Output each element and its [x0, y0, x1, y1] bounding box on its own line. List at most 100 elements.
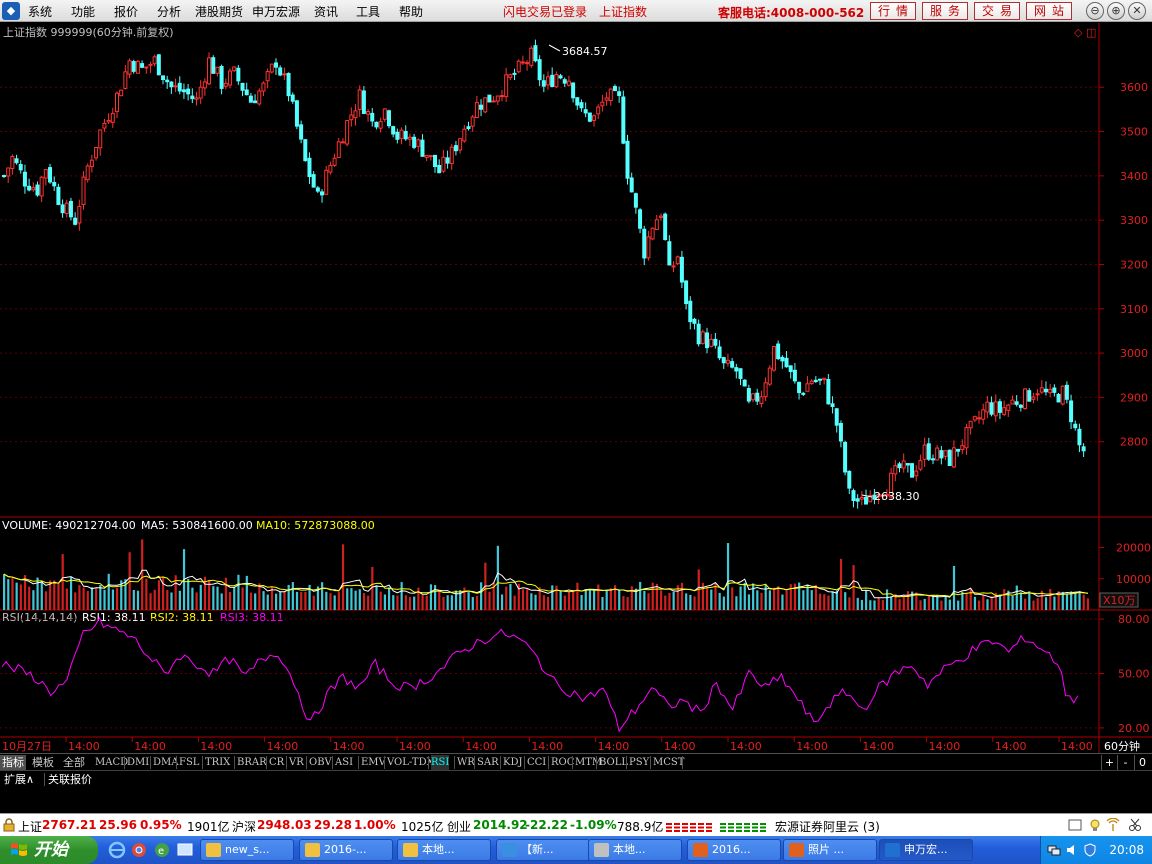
volume-bar — [810, 590, 813, 610]
volume-bar — [982, 595, 985, 610]
tab-trix[interactable]: TRIX — [205, 755, 230, 770]
candle-body — [487, 94, 492, 103]
volume-bar — [605, 590, 608, 610]
zoom-in-button[interactable]: + — [1101, 755, 1117, 770]
candle-body — [893, 465, 898, 475]
website-button[interactable]: 网站 — [1026, 2, 1072, 20]
volume-bar — [756, 590, 759, 610]
menu-analysis[interactable]: 分析 — [157, 3, 181, 20]
rsi-tick-label: 20.00 — [1118, 722, 1150, 735]
trade-button[interactable]: 交易 — [974, 2, 1020, 20]
volume-bar — [563, 595, 566, 610]
tab-obv[interactable]: OBV — [309, 755, 332, 770]
zoom-out-button[interactable]: - — [1117, 755, 1133, 770]
show-desktop-icon[interactable] — [176, 841, 194, 859]
app-logo-icon[interactable]: ◆ — [2, 2, 20, 20]
tab-vr[interactable]: VR — [289, 755, 304, 770]
tab-psy[interactable]: PSY — [629, 755, 649, 770]
market-button[interactable]: 行情 — [870, 2, 916, 20]
restore-icon[interactable]: ⊖ — [1086, 2, 1104, 20]
volume-bar — [245, 575, 248, 610]
service-button[interactable]: 服务 — [922, 2, 968, 20]
security-shield-icon[interactable] — [1083, 843, 1097, 857]
task-app-icon — [594, 843, 609, 857]
lock-icon[interactable] — [2, 818, 16, 832]
volume-bar — [429, 584, 433, 610]
taskbar-button[interactable]: 本地... — [397, 839, 491, 861]
volume-bar — [584, 589, 587, 610]
volume-bar — [475, 595, 479, 610]
tab-kdj[interactable]: KDJ — [503, 755, 523, 770]
signal-icon[interactable] — [1106, 818, 1120, 832]
chart-area[interactable]: 上证指数 999999(60分钟.前复权) ◇ ◫ 2800 2900 3000 31… — [0, 23, 1152, 753]
volume-bar — [379, 591, 382, 610]
tab-cci[interactable]: CCI — [527, 755, 546, 770]
candle-body — [1027, 390, 1032, 402]
tab-indicator[interactable]: 指标 — [0, 755, 26, 770]
ie-icon[interactable] — [108, 841, 126, 859]
volume-icon[interactable] — [1065, 843, 1079, 857]
chart-corner-icon[interactable]: ◇ ◫ — [1074, 26, 1096, 39]
candle-body — [968, 420, 973, 429]
close-icon[interactable]: ✕ — [1128, 2, 1146, 20]
menu-quote[interactable]: 报价 — [114, 3, 138, 20]
taskbar-button[interactable]: 本地... — [588, 839, 682, 861]
taskbar-button[interactable]: 申万宏... — [879, 839, 973, 861]
flash-trade-status[interactable]: 闪电交易已登录 — [503, 3, 587, 20]
browser-icon[interactable]: e — [153, 841, 171, 859]
breadth-cell — [744, 830, 750, 832]
tab-dmi[interactable]: DMI — [127, 755, 149, 770]
window-icon[interactable] — [1068, 818, 1082, 832]
broker-server[interactable]: 宏源证券阿里云 (3) — [775, 818, 880, 835]
tab-cr[interactable]: CR — [269, 755, 284, 770]
network-icon[interactable] — [1047, 843, 1061, 857]
taskbar-button[interactable]: 2016... — [687, 839, 781, 861]
candle-body — [592, 115, 597, 121]
volume-bar — [772, 587, 776, 610]
menu-function[interactable]: 功能 — [71, 3, 95, 20]
start-button[interactable]: 开始 — [0, 836, 98, 864]
menu-news[interactable]: 资讯 — [314, 3, 338, 20]
tab-vol-tdx[interactable]: VOL-TDX — [387, 755, 434, 770]
tab-dma[interactable]: DMA — [153, 755, 178, 770]
menu-help[interactable]: 帮助 — [399, 3, 423, 20]
cy-label: 创业 — [447, 820, 472, 834]
candle-body — [449, 146, 454, 165]
breadth-cell — [682, 830, 688, 832]
tab-fsl[interactable]: FSL — [179, 755, 199, 770]
taskbar-button[interactable]: 【新... — [496, 839, 590, 861]
time-tick-label: 14:00 — [730, 740, 762, 753]
menu-system[interactable]: 系统 — [28, 3, 52, 20]
tab-emv[interactable]: EMV — [361, 755, 386, 770]
tab-sar[interactable]: SAR — [477, 755, 499, 770]
reset-button[interactable]: 0 — [1134, 755, 1150, 770]
tab-rsi[interactable]: RSI — [431, 755, 450, 770]
candle-body — [169, 81, 174, 88]
scissors-icon[interactable] — [1128, 818, 1142, 832]
tab-boll[interactable]: BOLL — [599, 755, 628, 770]
taskbar-button[interactable]: 照片 ... — [783, 839, 877, 861]
maximize-icon[interactable]: ⊕ — [1107, 2, 1125, 20]
taskbar-button[interactable]: new_s... — [200, 839, 294, 861]
tab-roc[interactable]: ROC — [551, 755, 574, 770]
volume-bar — [739, 586, 742, 610]
tab-extend[interactable]: 扩展∧ — [4, 772, 34, 787]
taskbar-button[interactable]: 2016-... — [299, 839, 393, 861]
menu-shenwan[interactable]: 申万宏源 — [252, 3, 300, 20]
candle-body — [1023, 388, 1028, 410]
period-label[interactable]: 60分钟 — [1104, 739, 1140, 753]
menu-tools[interactable]: 工具 — [356, 3, 380, 20]
tab-related-quotes[interactable]: 关联报价 — [48, 772, 92, 787]
chrome-icon[interactable] — [130, 841, 148, 859]
volume-bar — [367, 595, 370, 610]
tab-mcst[interactable]: MCST — [653, 755, 684, 770]
current-symbol-status[interactable]: 上证指数 — [599, 3, 647, 20]
menu-hk-futures[interactable]: 港股期货 — [195, 3, 243, 20]
tab-asi[interactable]: ASI — [335, 755, 353, 770]
lamp-icon[interactable] — [1088, 818, 1102, 832]
tab-template[interactable]: 模板 — [32, 755, 54, 770]
tab-wr[interactable]: WR — [457, 755, 475, 770]
clock[interactable]: 20:08 — [1109, 843, 1144, 857]
tab-brar[interactable]: BRAR — [237, 755, 267, 770]
tab-all[interactable]: 全部 — [63, 755, 85, 770]
